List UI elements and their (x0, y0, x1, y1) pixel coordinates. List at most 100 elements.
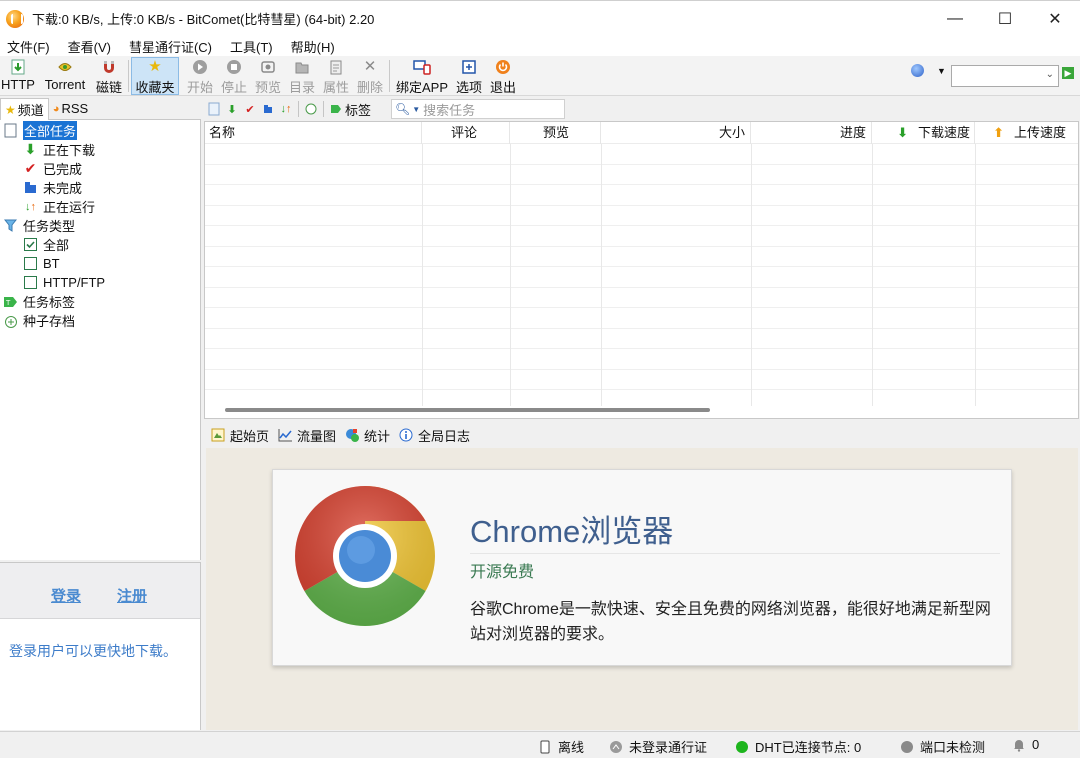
dropdown-arrow-icon[interactable]: ▼ (937, 66, 946, 76)
card-title[interactable]: Chrome浏览器 (470, 506, 673, 551)
torrent-icon (56, 59, 74, 75)
download-arrow-icon[interactable]: ⬇ (224, 101, 240, 117)
tab-global-log[interactable]: 全局日志 (398, 426, 470, 445)
maximize-button[interactable]: ☐ (980, 1, 1030, 37)
table-row (205, 389, 1078, 390)
horizontal-scrollbar[interactable] (225, 408, 710, 412)
table-row (205, 286, 1078, 288)
minimize-button[interactable]: — (930, 1, 980, 37)
chevron-down-icon: ▼ (412, 104, 421, 114)
column-upload-speed[interactable]: ⬆ 上传速度 (975, 122, 1072, 144)
bell-icon (1012, 738, 1026, 752)
delete-icon: ✕ (363, 58, 377, 75)
column-preview[interactable]: 预览 (510, 122, 601, 144)
column-download-speed[interactable]: ⬇ 下载速度 (872, 122, 975, 144)
tree-item-torrent-archive[interactable]: 种子存档 (3, 311, 75, 330)
magnet-button[interactable]: 磁链 (94, 58, 124, 95)
tree-item-type-http-ftp[interactable]: HTTP/FTP (23, 273, 105, 292)
card-subtitle: 开源免费 (470, 564, 535, 581)
tree-item-completed[interactable]: ✔ 已完成 (23, 159, 82, 178)
add-http-icon (9, 59, 27, 75)
preview-button[interactable]: 预览 (253, 58, 283, 95)
archive-icon[interactable] (303, 101, 319, 117)
delete-button[interactable]: ✕ 删除 (355, 58, 385, 96)
globe-icon[interactable] (911, 64, 924, 77)
go-button[interactable]: ▶ (1062, 67, 1074, 79)
title-bar: 下载:0 KB/s, 上传:0 KB/s - BitComet(比特彗星) (6… (0, 0, 1080, 36)
updown-arrows-icon[interactable]: ↓ ↑ (278, 101, 294, 117)
table-row (205, 368, 1078, 370)
stop-button[interactable]: 停止 (219, 58, 249, 95)
task-tree: 全部任务 ⬇ 正在下载 ✔ 已完成 未完成 ↓ ↑ 正在运行 任务类型 全部 BT… (0, 120, 201, 560)
options-icon (460, 59, 478, 75)
tree-item-task-tags[interactable]: T 任务标签 (3, 292, 75, 311)
login-panel: 登录 注册 登录用户可以更快地下载。 (0, 562, 201, 730)
svg-text:T: T (5, 299, 11, 307)
checkbox-checked-icon (23, 237, 38, 252)
close-button[interactable]: ✕ (1030, 1, 1080, 37)
menu-tools[interactable]: 工具(T) (223, 37, 280, 56)
tag-icon (328, 101, 344, 117)
table-header: 名称 评论 预览 大小 进度 ⬇ 下载速度 ⬆ 上传速度 (205, 122, 1078, 144)
menu-help[interactable]: 帮助(H) (284, 37, 342, 56)
new-task-icon[interactable] (206, 101, 222, 117)
column-comment[interactable]: 评论 (422, 122, 510, 144)
login-link[interactable]: 登录 (51, 585, 81, 606)
tab-statistics[interactable]: 统计 (344, 426, 390, 445)
recommendation-card[interactable]: Chrome浏览器 开源免费 谷歌Chrome是一款快速、安全且免费的网络浏览器… (272, 469, 1012, 666)
tree-item-all-tasks[interactable]: 全部任务 (3, 121, 78, 140)
status-alerts[interactable]: 0 (1012, 737, 1039, 752)
port-status-icon (900, 740, 914, 754)
column-size[interactable]: 大小 (601, 122, 751, 144)
tree-item-incomplete[interactable]: 未完成 (23, 178, 82, 197)
checkmark-icon: ✔ (24, 160, 37, 176)
menu-file[interactable]: 文件(F) (0, 37, 57, 56)
incomplete-icon[interactable] (260, 101, 276, 117)
tree-item-type-all[interactable]: 全部 (23, 235, 69, 254)
status-port[interactable]: 端口未检测 (900, 737, 985, 756)
power-icon (494, 59, 512, 75)
incomplete-icon (23, 180, 38, 195)
tree-item-type-bt[interactable]: BT (23, 254, 60, 273)
menu-view[interactable]: 查看(V) (61, 37, 118, 56)
http-button[interactable]: HTTP (1, 58, 35, 94)
tab-rss[interactable]: ◕ RSS (49, 99, 92, 119)
checkmark-icon[interactable]: ✔ (242, 101, 258, 117)
exit-button[interactable]: 退出 (488, 58, 518, 95)
bind-app-button[interactable]: 绑定APP (395, 58, 449, 95)
card-divider (470, 553, 1000, 554)
tab-start-page[interactable]: 起始页 (210, 426, 269, 445)
tag-icon: T (3, 294, 18, 309)
table-row (205, 184, 1078, 185)
star-icon: ★ (148, 58, 162, 75)
status-dht[interactable]: DHT已连接节点: 0 (735, 737, 861, 756)
table-row (205, 327, 1078, 329)
table-row (205, 163, 1078, 165)
status-passport[interactable]: 未登录通行证 (609, 737, 707, 756)
info-icon (398, 427, 414, 443)
favorites-button[interactable]: ★ 收藏夹 (131, 57, 179, 95)
table-row (205, 348, 1078, 349)
column-name[interactable]: 名称 (205, 122, 422, 144)
tree-item-task-types[interactable]: 任务类型 (3, 216, 75, 235)
tab-channel[interactable]: ★ 频道 (0, 98, 49, 120)
tags-label[interactable]: 标签 (345, 100, 371, 119)
login-header: 登录 注册 (0, 563, 200, 619)
tree-item-downloading[interactable]: ⬇ 正在下载 (23, 140, 95, 159)
search-input[interactable]: 🔍︎ ▼ 搜索任务 (391, 99, 565, 119)
task-toolbar: ⬇ ✔ ↓ ↑ 标签 🔍︎ ▼ 搜索任务 (203, 98, 1080, 120)
directory-button[interactable]: 目录 (287, 58, 317, 95)
menu-passport[interactable]: 彗星通行证(C) (122, 37, 219, 56)
tab-traffic-graph[interactable]: 流量图 (277, 426, 336, 445)
properties-button[interactable]: 属性 (321, 58, 351, 95)
torrent-button[interactable]: Torrent (41, 58, 89, 94)
toolbar-select[interactable]: ⌄ (951, 65, 1059, 87)
register-link[interactable]: 注册 (117, 585, 147, 606)
status-offline[interactable]: 离线 (538, 737, 584, 756)
start-button[interactable]: 开始 (185, 58, 215, 95)
options-button[interactable]: 选项 (454, 58, 484, 95)
table-column-divider (751, 144, 752, 406)
table-column-divider (601, 144, 602, 406)
column-progress[interactable]: 进度 (751, 122, 872, 144)
tree-item-running[interactable]: ↓ ↑ 正在运行 (23, 197, 95, 216)
